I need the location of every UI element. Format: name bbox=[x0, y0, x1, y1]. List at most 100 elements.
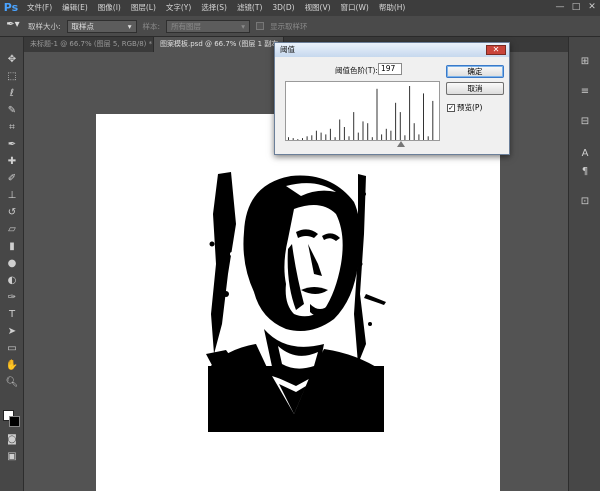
menu-view[interactable]: 视图(V) bbox=[300, 0, 336, 16]
menu-file[interactable]: 文件(F) bbox=[22, 0, 57, 16]
menu-filter[interactable]: 滤镜(T) bbox=[232, 0, 267, 16]
clone-stamp-tool-icon[interactable]: ⊥ bbox=[3, 189, 21, 203]
adjustments-panel-icon[interactable]: ⊟ bbox=[577, 115, 593, 129]
menu-select[interactable]: 选择(S) bbox=[196, 0, 232, 16]
histogram-bar bbox=[348, 136, 350, 140]
histogram-bar bbox=[302, 138, 303, 140]
maximize-button[interactable]: □ bbox=[568, 0, 584, 14]
blur-tool-icon[interactable]: ● bbox=[3, 257, 21, 271]
type-tool-icon[interactable]: T bbox=[3, 308, 21, 322]
eraser-tool-icon[interactable]: ▱ bbox=[3, 223, 21, 237]
histogram-bar bbox=[315, 130, 317, 140]
move-tool-icon[interactable]: ✥ bbox=[3, 53, 21, 67]
threshold-portrait-image bbox=[206, 172, 386, 432]
eyedropper-tool-icon[interactable]: ✒ bbox=[3, 138, 21, 152]
dialog-title: 阈值 bbox=[280, 45, 295, 54]
histogram-bar bbox=[413, 123, 415, 140]
photoshop-logo: Ps bbox=[3, 1, 19, 14]
sample-size-dropdown[interactable]: 取样点 ▾ bbox=[66, 19, 137, 33]
quick-mask-icon[interactable]: ◙ bbox=[3, 433, 21, 447]
histogram-bar bbox=[311, 135, 313, 140]
dialog-titlebar[interactable]: 阈值 ✕ bbox=[275, 43, 509, 57]
histogram-bar bbox=[395, 102, 397, 140]
tab-untitled[interactable]: 未标题-1 @ 66.7% (图层 5, RGB/8) * bbox=[24, 37, 154, 52]
eyedropper-preset-icon[interactable]: ✒▾ bbox=[4, 19, 22, 33]
zoom-tool-icon[interactable]: 🔍︎ bbox=[3, 376, 21, 390]
sample-size-label: 取样大小: bbox=[28, 21, 61, 31]
threshold-slider-handle[interactable] bbox=[397, 141, 405, 147]
healing-brush-tool-icon[interactable]: ✚ bbox=[3, 155, 21, 169]
histogram-bar bbox=[320, 132, 322, 140]
shape-tool-icon[interactable]: ▭ bbox=[3, 342, 21, 356]
preview-checkbox[interactable]: ✓ bbox=[447, 103, 455, 112]
quick-select-tool-icon[interactable]: ✎ bbox=[3, 104, 21, 118]
histogram-bar bbox=[353, 112, 355, 140]
sample-label: 样本: bbox=[142, 21, 161, 31]
histogram-bar bbox=[371, 137, 373, 140]
threshold-dialog: 阈值 ✕ 阈值色阶(T): 197 确定 取消 ✓ 预览(P) bbox=[274, 42, 510, 155]
preview-option[interactable]: ✓ 预览(P) bbox=[447, 102, 482, 113]
histogram-bar bbox=[367, 123, 369, 140]
menu-edit[interactable]: 编辑(E) bbox=[57, 0, 93, 16]
histogram-bar bbox=[306, 136, 308, 140]
histogram-bar bbox=[334, 137, 336, 140]
histogram-bar bbox=[343, 127, 345, 140]
hand-tool-icon[interactable]: ✋ bbox=[3, 359, 21, 373]
tools-panel: ✥ ⬚ ℓ ✎ ⌗ ✒ ✚ ✐ ⊥ ↺ ▱ ▮ ● ◐ ✑ T ➤ ▭ ✋ 🔍︎… bbox=[0, 37, 24, 491]
dialog-close-button[interactable]: ✕ bbox=[486, 45, 506, 55]
ok-button[interactable]: 确定 bbox=[446, 65, 504, 78]
close-window-button[interactable]: ✕ bbox=[584, 0, 600, 14]
layers-panel-icon[interactable]: ≡ bbox=[577, 85, 593, 99]
history-panel-icon[interactable]: ⊞ bbox=[577, 55, 593, 69]
threshold-level-label: 阈值色阶(T): bbox=[335, 66, 378, 75]
histogram-bar bbox=[404, 135, 406, 140]
histogram-bar bbox=[325, 134, 327, 140]
lasso-tool-icon[interactable]: ℓ bbox=[3, 87, 21, 101]
sample-value: 所有图层 bbox=[171, 21, 202, 31]
threshold-level-input[interactable]: 197 bbox=[378, 63, 402, 75]
histogram-bar bbox=[339, 119, 341, 140]
marquee-tool-icon[interactable]: ⬚ bbox=[3, 70, 21, 84]
menu-window[interactable]: 窗口(W) bbox=[336, 0, 374, 16]
histogram-bar bbox=[432, 100, 434, 140]
tab-pattern-template[interactable]: 图案模板.psd @ 66.7% (图层 1 副本 bbox=[154, 37, 284, 52]
brush-tool-icon[interactable]: ✐ bbox=[3, 172, 21, 186]
history-brush-tool-icon[interactable]: ↺ bbox=[3, 206, 21, 220]
pen-tool-icon[interactable]: ✑ bbox=[3, 291, 21, 305]
preview-label: 预览(P) bbox=[457, 103, 483, 112]
histogram-bar bbox=[390, 130, 392, 140]
menu-type[interactable]: 文字(Y) bbox=[161, 0, 196, 16]
histogram-bar bbox=[381, 134, 383, 140]
menu-image[interactable]: 图像(I) bbox=[93, 0, 126, 16]
sample-size-value: 取样点 bbox=[71, 21, 95, 31]
histogram-bar bbox=[297, 139, 299, 140]
cancel-button[interactable]: 取消 bbox=[446, 82, 504, 95]
menu-layer[interactable]: 图层(L) bbox=[126, 0, 161, 16]
histogram bbox=[285, 81, 440, 141]
gradient-tool-icon[interactable]: ▮ bbox=[3, 240, 21, 254]
crop-tool-icon[interactable]: ⌗ bbox=[3, 121, 21, 135]
histogram-bar bbox=[399, 112, 401, 140]
paragraph-panel-icon[interactable]: ¶ bbox=[577, 165, 593, 179]
show-ring-label: 显示取样环 bbox=[270, 21, 308, 31]
show-ring-checkbox[interactable] bbox=[256, 22, 265, 30]
dodge-tool-icon[interactable]: ◐ bbox=[3, 274, 21, 288]
background-color-swatch[interactable] bbox=[9, 416, 20, 427]
histogram-bar bbox=[409, 86, 411, 140]
properties-panel-icon[interactable]: ⊡ bbox=[577, 195, 593, 209]
path-select-tool-icon[interactable]: ➤ bbox=[3, 325, 21, 339]
character-panel-icon[interactable]: A bbox=[577, 147, 593, 161]
sample-dropdown[interactable]: 所有图层 ▾ bbox=[166, 19, 251, 33]
window-controls: — □ ✕ bbox=[552, 0, 600, 14]
histogram-bar bbox=[357, 132, 359, 140]
histogram-bar bbox=[423, 93, 424, 140]
menu-bar: Ps 文件(F) 编辑(E) 图像(I) 图层(L) 文字(Y) 选择(S) 滤… bbox=[0, 0, 600, 16]
document-canvas[interactable] bbox=[96, 114, 500, 491]
menu-3d[interactable]: 3D(D) bbox=[267, 0, 299, 16]
histogram-bars bbox=[288, 86, 434, 140]
menu-help[interactable]: 帮助(H) bbox=[374, 0, 411, 16]
minimize-button[interactable]: — bbox=[552, 0, 568, 14]
histogram-bar bbox=[376, 88, 378, 140]
chevron-down-icon: ▾ bbox=[241, 21, 246, 31]
screen-mode-icon[interactable]: ▣ bbox=[3, 450, 21, 464]
